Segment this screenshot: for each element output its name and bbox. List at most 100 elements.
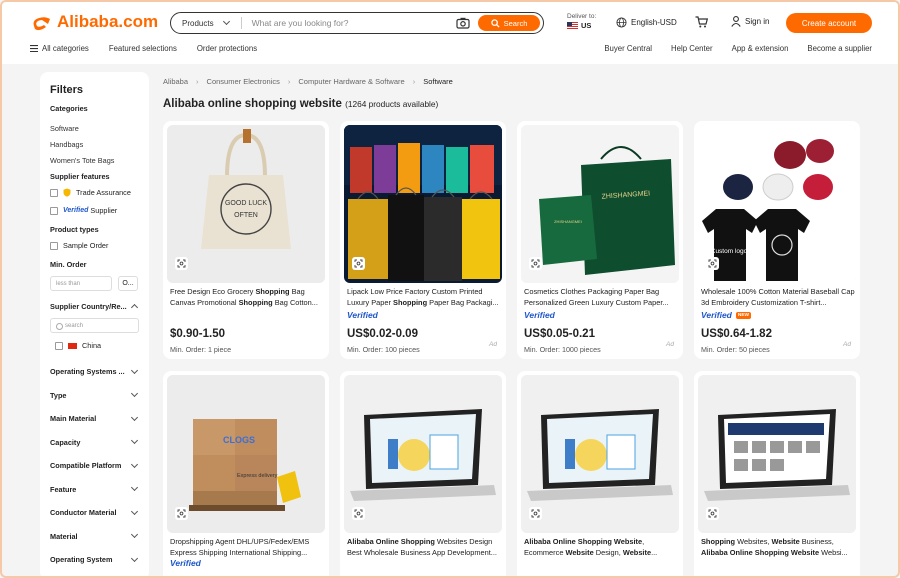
all-categories-menu[interactable]: All categories (30, 44, 89, 53)
product-card[interactable]: CLOGS Express delivery Dropshipping Agent … (163, 371, 329, 576)
product-price: US$0.64-1.82 (701, 328, 772, 340)
verified-badge: Verified NEW (701, 310, 752, 320)
breadcrumb-item[interactable]: Computer Hardware & Software (298, 77, 404, 86)
camera-icon[interactable] (456, 17, 470, 29)
image-search-icon[interactable] (175, 257, 188, 270)
app-extension-link[interactable]: App & extension (732, 44, 789, 53)
product-image[interactable]: Custom logo (698, 125, 856, 283)
category-software[interactable]: Software (50, 124, 139, 133)
breadcrumb-item[interactable]: Alibaba (163, 77, 188, 86)
product-count: (1264 products available) (345, 99, 439, 109)
product-image[interactable] (344, 375, 502, 533)
product-title[interactable]: Shopping Websites, Website Business, Ali… (701, 537, 855, 558)
image-search-icon[interactable] (529, 507, 542, 520)
checkbox[interactable] (50, 206, 58, 215)
sample-order-filter[interactable]: Sample Order (50, 241, 139, 250)
product-image[interactable]: ZHISHANGMEI ZHISHANGMEI (521, 125, 679, 283)
image-search-icon[interactable] (706, 257, 719, 270)
product-title[interactable]: Free Design Eco Grocery Shopping Bag Can… (170, 287, 324, 308)
chevron-down-icon (130, 437, 139, 445)
search-input[interactable]: What are you looking for? (242, 18, 456, 28)
country-china-filter[interactable]: China (55, 341, 139, 350)
min-order: Min. Order: 1000 pieces (524, 345, 601, 354)
product-card[interactable]: Shopping Websites, Website Business, Ali… (694, 371, 860, 576)
filter-accordion[interactable]: Conductor Material (50, 501, 139, 525)
search-category-select[interactable]: Products (171, 17, 242, 29)
trade-assurance-filter[interactable]: Trade Assurance (50, 188, 139, 197)
min-order: Min. Order: 100 pieces (347, 345, 420, 354)
product-card[interactable]: Lipack Low Price Factory Custom Printed … (340, 121, 506, 359)
product-card[interactable]: Alibaba Online Shopping Websites Design … (340, 371, 506, 576)
image-search-icon[interactable] (352, 257, 365, 270)
breadcrumb-item[interactable]: Consumer Electronics (207, 77, 280, 86)
checkbox[interactable] (55, 341, 63, 350)
chevron-down-icon (130, 460, 139, 468)
product-card[interactable]: ZHISHANGMEI ZHISHANGMEI Cosmetics Clothes … (517, 121, 683, 359)
help-center-link[interactable]: Help Center (671, 44, 713, 53)
svg-text:ZHISHANGMEI: ZHISHANGMEI (554, 219, 582, 224)
order-protections-link[interactable]: Order protections (197, 44, 257, 53)
country-search-input[interactable]: search (50, 318, 139, 333)
filter-accordion[interactable]: Material (50, 525, 139, 549)
product-title[interactable]: Wholesale 100% Cotton Material Baseball … (701, 287, 855, 308)
ad-label: Ad (843, 341, 851, 348)
supplier-country-accordion[interactable]: Supplier Country/Re... (50, 300, 139, 312)
product-title[interactable]: Alibaba Online Shopping Website, Ecommer… (524, 537, 678, 558)
filter-accordion-label: Material (50, 531, 78, 541)
verified-supplier-filter[interactable]: Verified Supplier (50, 206, 139, 215)
category-handbags[interactable]: Handbags (50, 140, 139, 149)
shield-icon (63, 188, 71, 197)
product-price: US$0.02-0.09 (347, 328, 418, 340)
product-card[interactable]: Custom logo Wholesale 100% Cotton Materia… (694, 121, 860, 359)
min-order-heading: Min. Order (50, 260, 87, 269)
product-title[interactable]: Alibaba Online Shopping Websites Design … (347, 537, 501, 558)
all-categories-label: All categories (42, 44, 89, 53)
product-title[interactable]: Dropshipping Agent DHL/UPS/Fedex/EMS Exp… (170, 537, 324, 558)
featured-selections-link[interactable]: Featured selections (109, 44, 177, 53)
filter-accordion[interactable]: Feature (50, 478, 139, 502)
min-order-ok-button[interactable]: O... (118, 276, 138, 291)
product-image[interactable] (521, 375, 679, 533)
create-account-button[interactable]: Create account (786, 13, 872, 33)
product-types-heading: Product types (50, 225, 99, 234)
alibaba-logo-icon (33, 17, 50, 31)
filter-accordion[interactable]: Operating Systems ... (50, 360, 139, 384)
image-search-icon[interactable] (706, 507, 719, 520)
deliver-to[interactable]: Deliver to: US (567, 13, 596, 30)
product-title[interactable]: Lipack Low Price Factory Custom Printed … (347, 287, 501, 308)
product-image[interactable] (344, 125, 502, 283)
language-currency-selector[interactable]: English-USD (616, 17, 677, 28)
image-search-icon[interactable] (529, 257, 542, 270)
user-icon (731, 16, 741, 27)
svg-text:GOOD LUCK: GOOD LUCK (225, 200, 267, 207)
cart-icon[interactable] (695, 16, 708, 28)
filters-sidebar: Filters Categories Software Handbags Wom… (40, 72, 149, 576)
min-order-input[interactable]: less than (50, 276, 112, 291)
image-search-icon[interactable] (352, 507, 365, 520)
image-search-icon[interactable] (175, 507, 188, 520)
filter-accordion[interactable]: Main Material (50, 407, 139, 431)
filter-accordion[interactable]: Type (50, 384, 139, 408)
product-card[interactable]: Alibaba Online Shopping Website, Ecommer… (517, 371, 683, 576)
product-image[interactable] (698, 375, 856, 533)
product-card[interactable]: GOOD LUCK OFTEN Free Design Eco Grocery Sh… (163, 121, 329, 359)
filter-accordion[interactable]: Compatible Platform (50, 454, 139, 478)
filter-accordion[interactable]: Capacity (50, 431, 139, 455)
search-button[interactable]: Search (478, 15, 540, 31)
product-image[interactable]: GOOD LUCK OFTEN (167, 125, 325, 283)
product-image[interactable]: CLOGS Express delivery (167, 375, 325, 533)
sign-in-link[interactable]: Sign in (731, 16, 769, 27)
filter-accordion-label: Capacity (50, 437, 81, 447)
category-womens-tote-bags[interactable]: Women's Tote Bags (50, 156, 139, 165)
buyer-central-link[interactable]: Buyer Central (604, 44, 652, 53)
page-title-text: Alibaba online shopping website (163, 98, 342, 110)
breadcrumb-current: Software (423, 77, 453, 86)
checkbox[interactable] (50, 241, 58, 250)
filter-accordion[interactable]: Operating System (50, 548, 139, 572)
country-label: China (82, 341, 102, 350)
product-title[interactable]: Cosmetics Clothes Packaging Paper Bag Pe… (524, 287, 678, 308)
become-supplier-link[interactable]: Become a supplier (807, 44, 872, 53)
search-icon (490, 18, 500, 28)
alibaba-logo[interactable]: Alibaba.com (30, 12, 158, 32)
checkbox[interactable] (50, 188, 58, 197)
